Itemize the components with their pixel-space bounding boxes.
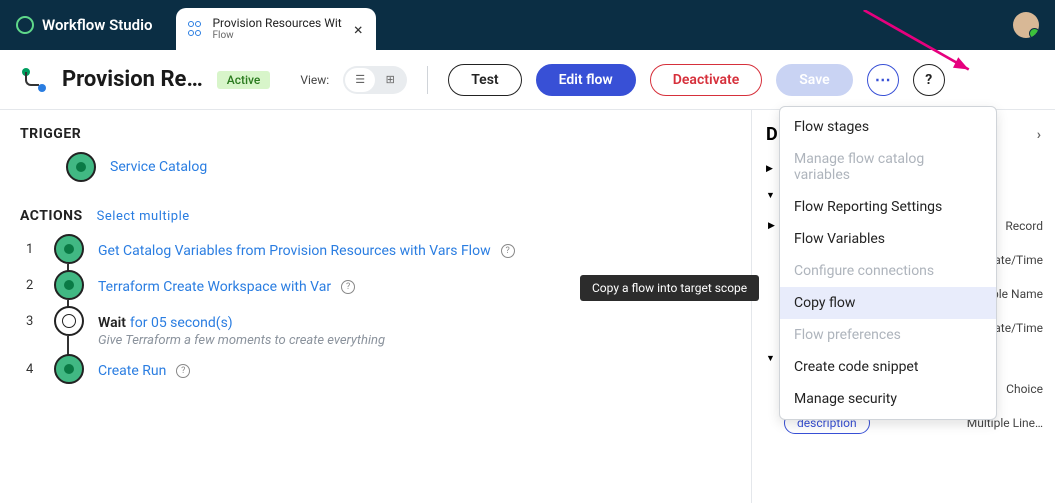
- page-title: Provision Re…: [62, 67, 203, 92]
- close-icon[interactable]: ×: [354, 20, 363, 39]
- flow-tab[interactable]: Provision Resources Wit Flow ×: [176, 8, 376, 50]
- trigger-icon: [66, 152, 96, 182]
- more-actions-menu: Flow stages Manage flow catalog variable…: [779, 106, 997, 420]
- action-icon: [54, 270, 84, 300]
- avatar[interactable]: [1013, 12, 1039, 38]
- action-icon: [54, 354, 84, 384]
- step-number: 2: [26, 270, 40, 293]
- tree-view-icon[interactable]: ☰: [345, 68, 375, 92]
- info-icon[interactable]: ?: [176, 364, 190, 378]
- more-actions-button[interactable]: ⋯: [867, 64, 899, 96]
- menu-configure-connections: Configure connections: [780, 255, 996, 287]
- step-label[interactable]: Terraform Create Workspace with Var: [98, 279, 331, 295]
- top-nav: Workflow Studio Provision Resources Wit …: [0, 0, 1055, 50]
- view-toggle[interactable]: ☰ ⊞: [343, 66, 407, 94]
- menu-manage-catalog-vars: Manage flow catalog variables: [780, 143, 996, 191]
- deactivate-button[interactable]: Deactivate: [650, 64, 762, 96]
- view-label: View:: [300, 73, 329, 87]
- actions-heading: ACTIONS Select multiple: [20, 208, 731, 224]
- action-step-1[interactable]: 1 Get Catalog Variables from Provision R…: [20, 234, 731, 264]
- flow-tab-icon: [188, 21, 204, 37]
- info-icon[interactable]: ?: [341, 280, 355, 294]
- trigger-heading: TRIGGER: [20, 126, 731, 142]
- menu-flow-variables[interactable]: Flow Variables: [780, 223, 996, 255]
- tooltip: Copy a flow into target scope: [580, 275, 759, 301]
- edit-flow-button[interactable]: Edit flow: [536, 64, 636, 96]
- divider: [427, 66, 428, 94]
- logo-icon: [16, 16, 34, 34]
- step-label[interactable]: Get Catalog Variables from Provision Res…: [98, 243, 491, 259]
- trigger-label[interactable]: Service Catalog: [110, 159, 207, 175]
- toolbar: Provision Re… Active View: ☰ ⊞ Test Edit…: [0, 50, 1055, 110]
- test-button[interactable]: Test: [448, 64, 521, 96]
- menu-create-snippet[interactable]: Create code snippet: [780, 351, 996, 383]
- menu-flow-stages[interactable]: Flow stages: [780, 111, 996, 143]
- chevron-right-icon[interactable]: ›: [1037, 127, 1041, 143]
- step-number: 3: [26, 306, 40, 329]
- app-name: Workflow Studio: [42, 16, 152, 34]
- menu-copy-flow[interactable]: Copy flow: [780, 287, 996, 319]
- action-step-3[interactable]: 3 Wait for 05 second(s) Give Terraform a…: [20, 306, 731, 348]
- trigger-step[interactable]: Service Catalog: [20, 152, 731, 182]
- info-icon[interactable]: ?: [501, 244, 515, 258]
- flow-canvas: TRIGGER Service Catalog ACTIONS Select m…: [0, 110, 751, 503]
- save-button[interactable]: Save: [776, 64, 852, 96]
- menu-flow-reporting[interactable]: Flow Reporting Settings: [780, 191, 996, 223]
- wait-icon: [54, 306, 84, 336]
- menu-flow-preferences: Flow preferences: [780, 319, 996, 351]
- action-step-4[interactable]: 4 Create Run ?: [20, 354, 731, 384]
- tab-subtitle: Flow: [212, 30, 341, 41]
- app-logo[interactable]: Workflow Studio: [16, 16, 152, 34]
- step-label[interactable]: Create Run: [98, 363, 166, 379]
- step-number: 4: [26, 354, 40, 377]
- status-badge: Active: [217, 71, 271, 89]
- wait-link[interactable]: for 05 second(s): [130, 315, 233, 331]
- diagram-view-icon[interactable]: ⊞: [375, 68, 405, 92]
- step-description: Give Terraform a few moments to create e…: [98, 333, 385, 348]
- step-number: 1: [26, 234, 40, 257]
- wait-label: Wait: [98, 315, 126, 331]
- select-multiple-link[interactable]: Select multiple: [97, 209, 190, 224]
- menu-manage-security[interactable]: Manage security: [780, 383, 996, 415]
- flow-type-icon: [20, 66, 48, 94]
- action-icon: [54, 234, 84, 264]
- tab-title: Provision Resources Wit: [212, 17, 341, 30]
- help-button[interactable]: ?: [913, 64, 945, 96]
